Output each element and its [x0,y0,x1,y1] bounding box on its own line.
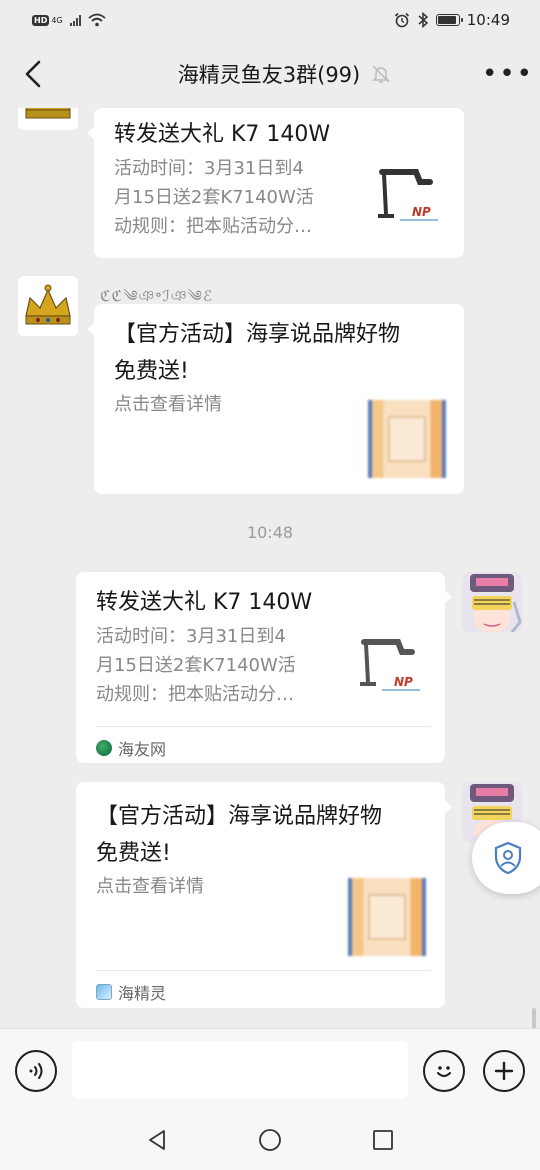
voice-icon[interactable] [15,1050,57,1092]
message-bubble-4[interactable]: 【官方活动】海享说品牌好物 免费送! 点击查看详情 海精灵 [76,782,452,1008]
card-desc: 点击查看详情 [96,876,204,897]
emoji-icon[interactable] [423,1050,465,1092]
plus-icon[interactable] [483,1050,525,1092]
status-bar: HD 4G 10:49 [0,0,540,40]
message-input[interactable] [72,1041,408,1099]
card-desc: 活动时间：3月31日到4 月15日送2套K7140W活 动规则：把本贴活动分… [96,622,346,709]
status-right: 10:49 [394,11,510,29]
system-nav-bar [0,1110,540,1170]
card-title-line: 【官方活动】海享说品牌好物 [96,804,383,829]
avatar-self[interactable] [462,572,522,632]
product-thumbnail [368,400,446,478]
card-title-line: 免费送! [96,841,171,866]
nav-back-icon[interactable] [145,1128,169,1152]
message-bubble-2[interactable]: 【官方活动】海享说品牌好物 免费送! 点击查看详情 [87,304,464,494]
chevron-left-icon[interactable] [18,59,48,89]
avatar-crown[interactable] [18,108,78,130]
card-divider [96,726,431,727]
card-title: 【官方活动】海享说品牌好物 免费送! [114,316,454,390]
card-desc-line: 动规则：把本贴活动分… [114,216,312,237]
avatar-crown[interactable] [18,276,78,336]
card-divider [96,970,431,971]
source-name: 海精灵 [118,984,167,1003]
product-thumbnail: NP [372,162,450,240]
card-title: 【官方活动】海享说品牌好物 免费送! [96,798,436,872]
signal-icon [69,14,81,26]
status-time: 10:49 [466,11,510,29]
card-desc-line: 月15日送2套K7140W活 [96,655,296,676]
input-bar [0,1028,540,1110]
card-desc-line: 月15日送2套K7140W活 [114,187,314,208]
card-title: 转发送大礼 K7 140W [96,590,313,615]
globe-icon [96,740,112,756]
source-row[interactable]: 海精灵 [96,980,166,1004]
card-title: 转发送大礼 K7 140W [114,122,331,147]
chat-area[interactable]: 转发送大礼 K7 140W 活动时间：3月31日到4 月15日送2套K7140W… [0,108,540,1028]
source-name: 海友网 [118,740,167,759]
card-title-line: 【官方活动】海享说品牌好物 [114,322,401,347]
card-desc: 活动时间：3月31日到4 月15日送2套K7140W活 动规则：把本贴活动分… [114,154,354,241]
more-icon[interactable]: ••• [482,61,532,87]
nav-recents-icon[interactable] [371,1128,395,1152]
status-left: HD 4G [32,13,106,27]
chat-title: 海精灵鱼友3群(99) [177,63,361,87]
bell-off-icon [372,65,391,83]
product-thumbnail [348,878,426,956]
timestamp: 10:48 [246,523,294,542]
hd-badge: HD [32,14,50,26]
scrollbar[interactable] [532,1008,536,1028]
app-logo-icon [96,984,112,1000]
thumb-brand: NP [394,675,413,689]
product-thumbnail: NP [354,630,432,708]
shield-user-button[interactable] [472,822,540,894]
battery-icon [435,14,463,26]
bluetooth-icon [418,12,428,28]
title-wrap: 海精灵鱼友3群(99) [178,59,392,89]
source-row[interactable]: 海友网 [96,736,166,760]
card-desc-line: 活动时间：3月31日到4 [96,626,286,647]
alarm-icon [394,12,409,28]
card-desc-line: 活动时间：3月31日到4 [114,158,304,179]
message-bubble-3[interactable]: 转发送大礼 K7 140W 活动时间：3月31日到4 月15日送2套K7140W… [76,572,452,763]
network-label: 4G [51,15,63,25]
wechat-chat-screen: HD 4G 10:49 海精灵鱼友3群(99) ••• 转发送大礼 K7 140… [0,0,540,1170]
message-bubble-1[interactable]: 转发送大礼 K7 140W 活动时间：3月31日到4 月15日送2套K7140W… [87,108,464,258]
thumb-brand: NP [412,205,431,219]
nav-home-icon[interactable] [257,1127,283,1153]
nav-bar: 海精灵鱼友3群(99) ••• [0,40,540,108]
card-desc-line: 动规则：把本贴活动分… [96,684,294,705]
wifi-icon [88,13,106,27]
shield-user-icon [494,841,522,875]
card-desc: 点击查看详情 [114,394,222,415]
card-title-line: 免费送! [114,359,189,384]
